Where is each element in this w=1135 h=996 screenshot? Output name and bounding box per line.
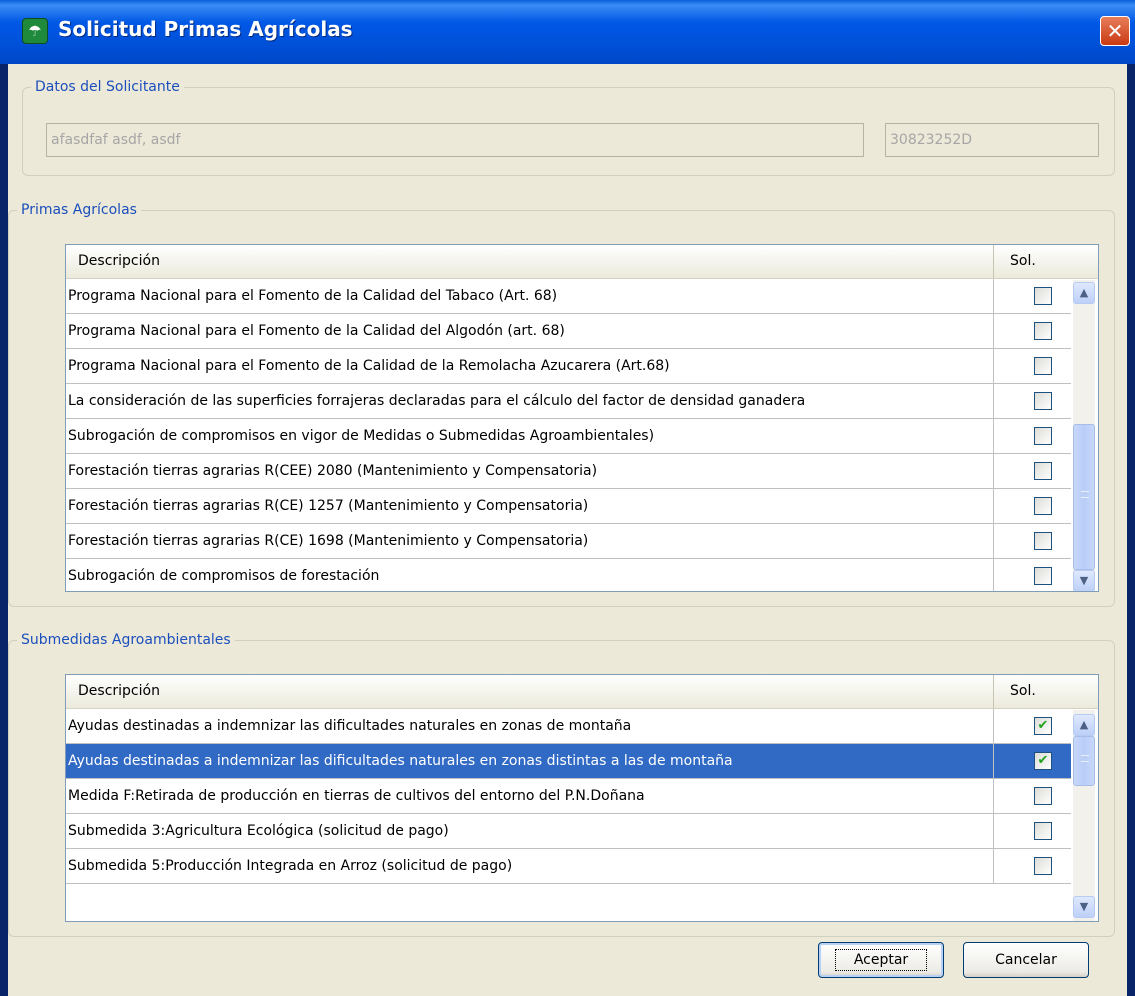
- scroll-up-arrow-icon[interactable]: ▲: [1073, 282, 1095, 304]
- primas-scrollbar[interactable]: ▲ ▼: [1073, 280, 1095, 591]
- table-row[interactable]: Medida F:Retirada de producción en tierr…: [66, 779, 1071, 814]
- table-row[interactable]: Forestación tierras agrarias R(CE) 1257 …: [66, 489, 1071, 524]
- column-separator: [993, 709, 994, 743]
- scroll-grip-icon: [1081, 755, 1089, 762]
- cancelar-button[interactable]: Cancelar: [963, 942, 1089, 978]
- column-separator: [993, 744, 994, 778]
- table-row[interactable]: Submedida 5:Producción Integrada en Arro…: [66, 849, 1071, 884]
- submedidas-scroll-thumb[interactable]: [1073, 736, 1095, 786]
- row-description: Submedida 5:Producción Integrada en Arro…: [68, 858, 513, 874]
- table-row[interactable]: Ayudas destinadas a indemnizar las dific…: [66, 744, 1071, 779]
- sol-checkbox[interactable]: ✔: [1034, 717, 1052, 735]
- sol-checkbox[interactable]: [1034, 462, 1052, 480]
- column-separator: [993, 849, 994, 883]
- column-separator: [993, 559, 994, 591]
- table-row[interactable]: Forestación tierras agrarias R(CE) 1698 …: [66, 524, 1071, 559]
- dialog-window: ☂ Solicitud Primas Agrícolas ✕ Datos del…: [0, 0, 1135, 996]
- table-row[interactable]: Subrogación de compromisos en vigor de M…: [66, 419, 1071, 454]
- column-separator: [993, 314, 994, 348]
- solicitante-legend: Datos del Solicitante: [35, 79, 180, 95]
- sol-checkbox[interactable]: ✔: [1034, 752, 1052, 770]
- sol-checkbox[interactable]: [1034, 427, 1052, 445]
- primas-col-sol[interactable]: Sol.: [993, 245, 1069, 278]
- row-description: Subrogación de compromisos en vigor de M…: [68, 428, 655, 444]
- table-row[interactable]: Subrogación de compromisos de forestació…: [66, 559, 1071, 591]
- column-separator: [993, 779, 994, 813]
- sol-checkbox[interactable]: [1034, 567, 1052, 585]
- row-description: Programa Nacional para el Fomento de la …: [68, 358, 670, 374]
- column-separator: [993, 814, 994, 848]
- submedidas-table: Descripción Sol. Ayudas destinadas a ind…: [65, 674, 1099, 922]
- sol-checkbox[interactable]: [1034, 357, 1052, 375]
- row-description: Forestación tierras agrarias R(CEE) 2080…: [68, 463, 598, 479]
- row-description: Programa Nacional para el Fomento de la …: [68, 288, 558, 304]
- window-app-icon: ☂: [22, 18, 48, 44]
- table-row[interactable]: Programa Nacional para el Fomento de la …: [66, 279, 1071, 314]
- row-description: Forestación tierras agrarias R(CE) 1257 …: [68, 498, 589, 514]
- row-description: Subrogación de compromisos de forestació…: [68, 568, 380, 584]
- submedidas-table-header: Descripción Sol.: [66, 675, 1098, 709]
- sol-checkbox[interactable]: [1034, 787, 1052, 805]
- submedidas-legend: Submedidas Agroambientales: [21, 632, 231, 648]
- row-description: Forestación tierras agrarias R(CE) 1698 …: [68, 533, 589, 549]
- row-description: Ayudas destinadas a indemnizar las dific…: [68, 753, 733, 769]
- primas-table-header: Descripción Sol.: [66, 245, 1098, 279]
- column-separator: [993, 524, 994, 558]
- row-description: Submedida 3:Agricultura Ecológica (solic…: [68, 823, 449, 839]
- sol-checkbox[interactable]: [1034, 322, 1052, 340]
- close-button[interactable]: ✕: [1100, 16, 1130, 46]
- checkmark-icon: ✔: [1037, 718, 1049, 733]
- table-row[interactable]: La consideración de las superficies forr…: [66, 384, 1071, 419]
- table-row[interactable]: Forestación tierras agrarias R(CEE) 2080…: [66, 454, 1071, 489]
- title-bar[interactable]: ☂ Solicitud Primas Agrícolas ✕: [0, 0, 1135, 64]
- sol-checkbox[interactable]: [1034, 497, 1052, 515]
- sol-checkbox[interactable]: [1034, 392, 1052, 410]
- sol-checkbox[interactable]: [1034, 822, 1052, 840]
- primas-scroll-thumb[interactable]: [1073, 424, 1095, 570]
- submedidas-col-sol[interactable]: Sol.: [993, 675, 1069, 708]
- scroll-down-arrow-icon[interactable]: ▼: [1073, 570, 1095, 591]
- table-row[interactable]: Programa Nacional para el Fomento de la …: [66, 314, 1071, 349]
- submedidas-col-descripcion[interactable]: Descripción: [68, 675, 993, 708]
- row-description: Programa Nacional para el Fomento de la …: [68, 323, 565, 339]
- column-separator: [993, 454, 994, 488]
- row-description: Medida F:Retirada de producción en tierr…: [68, 788, 645, 804]
- column-separator: [993, 489, 994, 523]
- checkmark-icon: ✔: [1037, 753, 1049, 768]
- column-separator: [993, 419, 994, 453]
- applicant-nif-field[interactable]: [885, 123, 1099, 157]
- sol-checkbox[interactable]: [1034, 857, 1052, 875]
- row-description: Ayudas destinadas a indemnizar las dific…: [68, 718, 632, 734]
- primas-col-descripcion[interactable]: Descripción: [68, 245, 993, 278]
- table-row[interactable]: Submedida 3:Agricultura Ecológica (solic…: [66, 814, 1071, 849]
- primas-legend: Primas Agrícolas: [21, 202, 137, 218]
- submedidas-scrollbar[interactable]: ▲ ▼: [1073, 710, 1095, 921]
- scroll-up-arrow-icon[interactable]: ▲: [1073, 714, 1095, 736]
- column-separator: [993, 349, 994, 383]
- primas-table: Descripción Sol. Programa Nacional para …: [65, 244, 1099, 592]
- table-row[interactable]: Ayudas destinadas a indemnizar las dific…: [66, 709, 1071, 744]
- column-separator: [993, 384, 994, 418]
- aceptar-button[interactable]: Aceptar: [818, 942, 944, 978]
- applicant-name-field[interactable]: [46, 123, 864, 157]
- sol-checkbox[interactable]: [1034, 287, 1052, 305]
- window-title: Solicitud Primas Agrícolas: [58, 17, 353, 41]
- row-description: La consideración de las superficies forr…: [68, 393, 806, 409]
- table-row[interactable]: Programa Nacional para el Fomento de la …: [66, 349, 1071, 384]
- scroll-grip-icon: [1081, 491, 1089, 498]
- sol-checkbox[interactable]: [1034, 532, 1052, 550]
- dialog-client-area: Datos del Solicitante Primas Agrícolas D…: [8, 64, 1127, 996]
- column-separator: [993, 279, 994, 313]
- scroll-down-arrow-icon[interactable]: ▼: [1073, 896, 1095, 918]
- aceptar-button-label: Aceptar: [834, 949, 928, 971]
